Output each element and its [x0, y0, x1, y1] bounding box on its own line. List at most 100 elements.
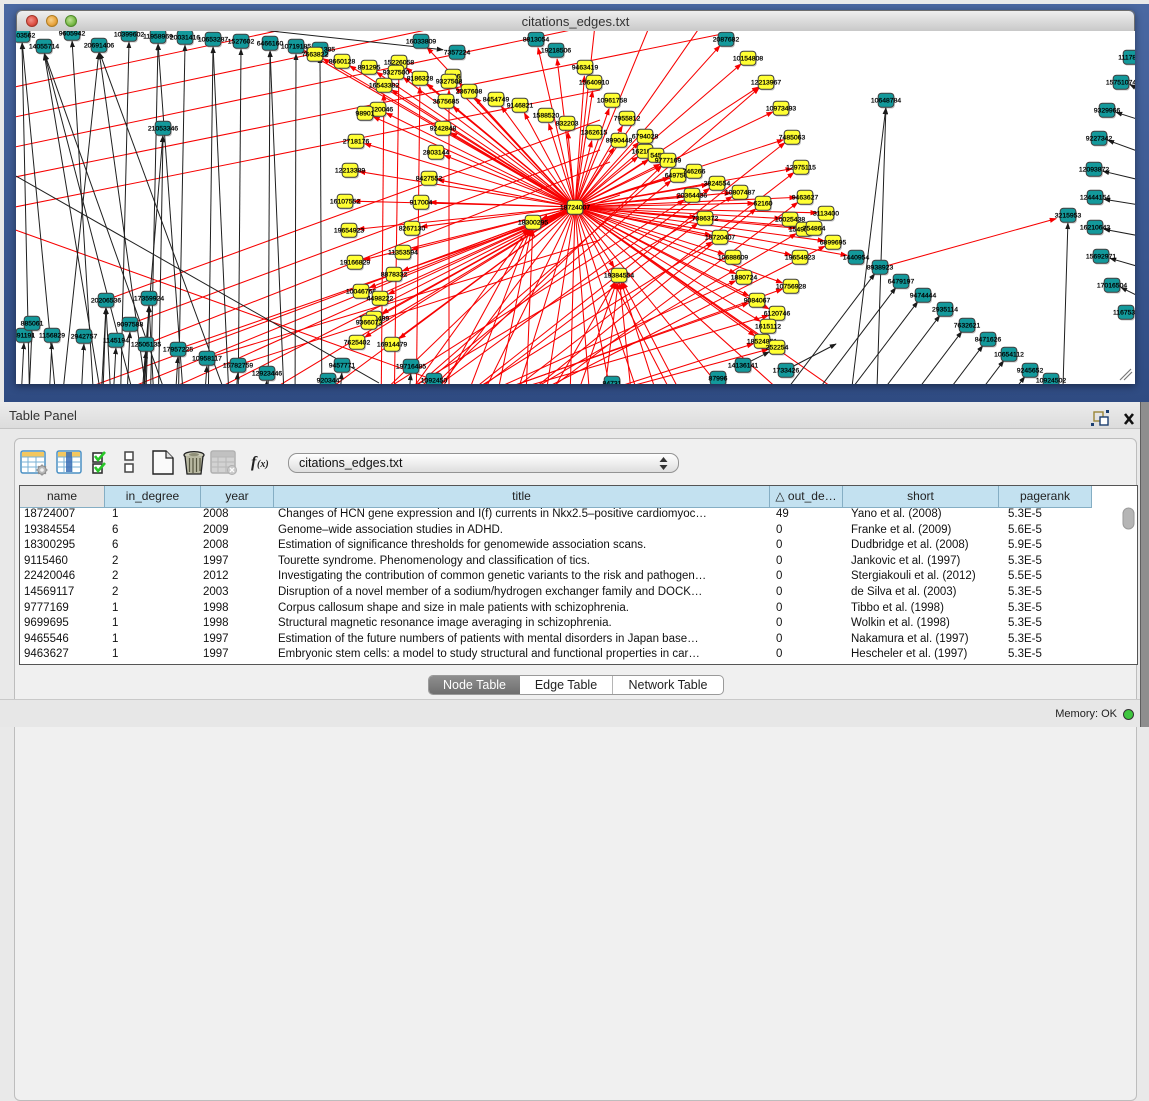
svg-text:10958117: 10958117	[192, 355, 222, 362]
svg-text:2718176: 2718176	[343, 138, 370, 145]
svg-text:8813054: 8813054	[523, 36, 550, 43]
svg-text:20206536: 20206536	[91, 297, 121, 304]
svg-text:18300295: 18300295	[518, 219, 548, 226]
svg-text:6899695: 6899695	[820, 239, 847, 246]
svg-text:17359924: 17359924	[134, 295, 164, 302]
svg-text:20691406: 20691406	[84, 42, 114, 49]
svg-text:6794028: 6794028	[632, 133, 659, 140]
svg-text:19166829: 19166829	[340, 259, 370, 266]
svg-text:10688609: 10688609	[718, 254, 748, 261]
svg-text:20031416: 20031416	[170, 34, 200, 41]
svg-text:3215953: 3215953	[1055, 212, 1082, 219]
svg-text:6466160: 6466160	[257, 40, 284, 47]
svg-text:19654923: 19654923	[334, 227, 364, 234]
svg-text:10961758: 10961758	[597, 97, 627, 104]
svg-text:1362615: 1362615	[581, 129, 608, 136]
svg-text:15751074: 15751074	[1106, 79, 1135, 86]
svg-text:8990448: 8990448	[606, 137, 633, 144]
svg-text:252254: 252254	[766, 344, 789, 351]
svg-text:2367608: 2367608	[456, 88, 483, 95]
svg-text:16782759: 16782759	[223, 362, 253, 369]
svg-text:11353594: 11353594	[388, 249, 418, 256]
svg-text:16107552: 16107552	[330, 198, 360, 205]
svg-text:7955812: 7955812	[614, 115, 641, 122]
svg-text:920344: 920344	[317, 377, 340, 384]
svg-text:20364436: 20364436	[677, 192, 707, 199]
svg-text:917004: 917004	[410, 199, 433, 206]
svg-text:8267130: 8267130	[399, 225, 426, 232]
svg-text:2803144: 2803144	[423, 149, 450, 156]
svg-text:9457771: 9457771	[329, 362, 356, 369]
svg-text:7663822: 7663822	[302, 51, 329, 58]
svg-text:1880724: 1880724	[731, 274, 758, 281]
svg-text:17016504: 17016504	[1097, 282, 1127, 289]
svg-text:10756928: 10756928	[776, 283, 806, 290]
svg-text:12975115: 12975115	[786, 164, 816, 171]
svg-text:7485063: 7485063	[779, 134, 806, 141]
svg-text:9146821: 9146821	[507, 102, 534, 109]
svg-text:15640910: 15640910	[579, 79, 609, 86]
svg-text:7632621: 7632621	[954, 322, 981, 329]
svg-text:87996: 87996	[709, 375, 728, 382]
svg-text:9366073: 9366073	[356, 319, 383, 326]
svg-text:3675685: 3675685	[433, 98, 460, 105]
svg-text:9777169: 9777169	[655, 157, 682, 164]
svg-text:9084067: 9084067	[744, 297, 771, 304]
svg-text:10653287: 10653287	[198, 36, 228, 43]
svg-text:1167533: 1167533	[1113, 309, 1135, 316]
svg-text:1092450: 1092450	[421, 377, 448, 384]
svg-text:9245652: 9245652	[1017, 367, 1044, 374]
svg-text:19384554: 19384554	[604, 272, 634, 279]
svg-text:19654923: 19654923	[785, 254, 815, 261]
svg-text:832203: 832203	[556, 120, 579, 127]
svg-text:754864: 754864	[803, 225, 826, 232]
svg-text:891295: 891295	[358, 64, 381, 71]
svg-text:2087682: 2087682	[713, 36, 740, 43]
svg-text:8454749: 8454749	[483, 96, 510, 103]
svg-text:1145194: 1145194	[103, 337, 129, 344]
svg-text:8878332: 8878332	[381, 271, 408, 278]
svg-text:2935114: 2935114	[932, 306, 958, 313]
svg-text:1733426: 1733426	[773, 367, 800, 374]
svg-text:14055714: 14055714	[29, 43, 59, 50]
svg-text:9463419: 9463419	[572, 64, 599, 71]
svg-text:1156829: 1156829	[39, 332, 65, 339]
svg-text:9227342: 9227342	[1086, 135, 1113, 142]
svg-text:4498222: 4498222	[367, 295, 394, 302]
svg-text:885061: 885061	[21, 320, 44, 327]
svg-text:18724007: 18724007	[560, 204, 590, 211]
svg-text:7357224: 7357224	[444, 49, 471, 56]
svg-text:3113400: 3113400	[813, 210, 839, 217]
svg-text:8427552: 8427552	[416, 175, 443, 182]
svg-text:10399602: 10399602	[114, 31, 144, 38]
svg-text:1588520: 1588520	[533, 112, 560, 119]
svg-text:62160: 62160	[754, 200, 773, 207]
svg-text:12213967: 12213967	[751, 79, 781, 86]
svg-text:16033809: 16033809	[406, 38, 436, 45]
svg-text:19716485: 19716485	[396, 363, 426, 370]
svg-text:11958969: 11958969	[143, 33, 173, 40]
svg-text:2942757: 2942757	[71, 333, 98, 340]
svg-text:17957225: 17957225	[163, 346, 193, 353]
svg-text:9605942: 9605942	[59, 31, 86, 37]
svg-text:1440954: 1440954	[843, 254, 870, 261]
svg-text:7386372: 7386372	[692, 215, 719, 222]
svg-text:9097588: 9097588	[117, 321, 144, 328]
svg-text:8938923: 8938923	[867, 264, 894, 271]
svg-text:1615112: 1615112	[755, 323, 781, 330]
svg-text:16914479: 16914479	[377, 341, 407, 348]
svg-text:98901: 98901	[356, 110, 375, 117]
svg-text:10973493: 10973493	[766, 105, 796, 112]
svg-text:15692971: 15692971	[1086, 253, 1116, 260]
svg-text:14136141: 14136141	[728, 362, 758, 369]
svg-text:12444154: 12444154	[1080, 194, 1110, 201]
svg-text:10154808: 10154808	[733, 55, 763, 62]
svg-text:12923446: 12923446	[252, 370, 282, 377]
svg-text:21053346: 21053346	[148, 125, 178, 132]
svg-text:16210643: 16210643	[1080, 224, 1110, 231]
svg-text:10654112: 10654112	[994, 351, 1024, 358]
svg-text:10924502: 10924502	[1036, 377, 1066, 384]
svg-text:19218506: 19218506	[541, 47, 571, 54]
svg-text:8660128: 8660128	[329, 58, 356, 65]
svg-text:12093872: 12093872	[1079, 166, 1109, 173]
